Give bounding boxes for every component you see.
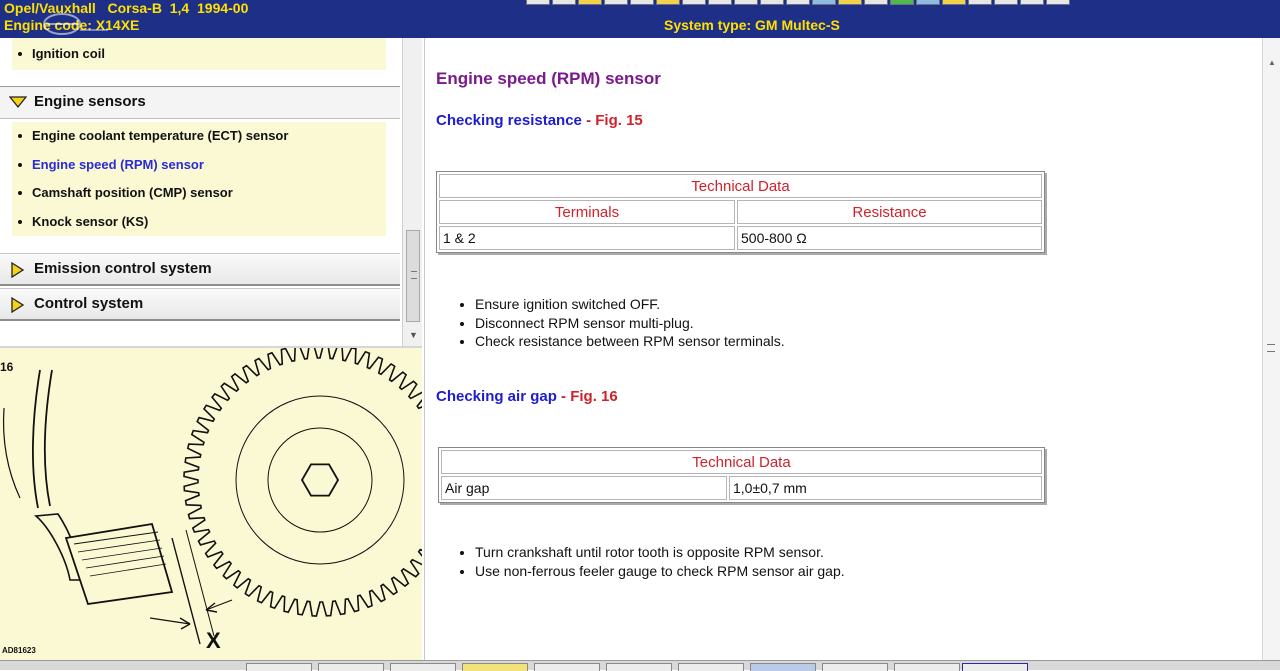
section-label: Control system: [34, 295, 144, 312]
grip-icon: [411, 271, 417, 279]
arrow-down-diamond-icon: [9, 96, 27, 109]
engine-size: 1,4: [169, 0, 190, 16]
logo-watermark-icon: [43, 13, 108, 35]
toolbar-diagram-icon[interactable]: [864, 0, 888, 5]
list-item: Use non-ferrous feeler gauge to check RP…: [475, 562, 845, 581]
section-control-system[interactable]: Control system: [0, 288, 400, 321]
nav-scrollbar-thumb[interactable]: [406, 230, 420, 322]
resistance-steps-list: Ensure ignition switched OFF. Disconnect…: [457, 295, 785, 351]
toolbar-info-icon[interactable]: [812, 0, 836, 5]
nav-item-label: Knock sensor (KS): [32, 214, 149, 229]
model-years: 1994-00: [197, 0, 249, 16]
toolbar-window-icon[interactable]: [994, 0, 1018, 5]
table-title: Technical Data: [441, 450, 1042, 474]
content-pane: Engine speed (RPM) sensor Checking resis…: [424, 38, 1262, 660]
ignition-item-list: Ignition coil: [12, 38, 386, 70]
toolbar-forward-icon[interactable]: [552, 0, 576, 5]
toolbar-star-icon[interactable]: [942, 0, 966, 5]
bullet-icon: [18, 219, 22, 224]
toolbar-print-icon[interactable]: [604, 0, 628, 5]
column-header-resistance: Resistance: [737, 200, 1042, 224]
figure-number: 16: [0, 360, 14, 374]
nav-item-label: Ignition coil: [32, 46, 105, 61]
bottom-toolbar: [0, 660, 1280, 671]
nav-item-rpm-sensor[interactable]: Engine speed (RPM) sensor: [12, 157, 204, 172]
section-emission-control-system[interactable]: Emission control system: [0, 253, 400, 286]
heading-text: Checking air gap: [436, 388, 557, 405]
system-type-value: GM Multec-S: [755, 17, 840, 33]
toolbar-list-icon[interactable]: [708, 0, 732, 5]
system-type-label: System type:: [664, 17, 752, 33]
heading-text: Checking resistance: [436, 112, 582, 129]
list-item: Check resistance between RPM sensor term…: [475, 332, 785, 351]
list-item: Turn crankshaft until rotor tooth is opp…: [475, 543, 845, 562]
page-title: Engine speed (RPM) sensor: [436, 69, 661, 88]
nav-item-label: Engine coolant temperature (ECT) sensor: [32, 128, 289, 143]
toolbar-help-icon[interactable]: [916, 0, 940, 5]
toolbar-note-icon[interactable]: [656, 0, 680, 5]
list-item: Disconnect RPM sensor multi-plug.: [475, 314, 785, 333]
drawing-code: AD81623: [2, 646, 36, 655]
toolbar-bookmark-icon[interactable]: [838, 0, 862, 5]
toolbar-back-icon[interactable]: [526, 0, 550, 5]
nav-item-knock-sensor[interactable]: Knock sensor (KS): [12, 214, 148, 229]
bullet-icon: [18, 190, 22, 195]
navigation-tree: Ignition coil Engine sensors Engine cool…: [0, 38, 402, 346]
table-cell: 1,0±0,7 mm: [729, 476, 1042, 500]
heading-separator: -: [586, 112, 592, 129]
arrow-right-diamond-icon: [11, 262, 25, 278]
heading-separator: -: [561, 388, 567, 405]
fig-link-15[interactable]: Fig. 15: [595, 112, 643, 129]
nav-item-label: Engine speed (RPM) sensor: [32, 157, 204, 172]
air-gap-data-table: Technical Data Air gap 1,0±0,7 mm: [438, 447, 1045, 503]
table-row: Air gap 1,0±0,7 mm: [441, 476, 1042, 500]
table-cell: 1 & 2: [439, 226, 735, 250]
nav-item-ect-sensor[interactable]: Engine coolant temperature (ECT) sensor: [12, 128, 288, 143]
bullet-icon: [18, 51, 22, 56]
title-bar: Opel/Vauxhall Corsa-B 1,4 1994-00 Engine…: [0, 0, 1280, 38]
nav-item-cmp-sensor[interactable]: Camshaft position (CMP) sensor: [12, 185, 233, 200]
section-label: Emission control system: [34, 260, 212, 277]
engine-sensors-item-list: Engine coolant temperature (ECT) sensor …: [12, 122, 386, 236]
section-label: Engine sensors: [34, 93, 146, 110]
toolbar: [526, 0, 1070, 6]
air-gap-steps-list: Turn crankshaft until rotor tooth is opp…: [457, 543, 845, 580]
toolbar-search-icon[interactable]: [734, 0, 758, 5]
toolbar-folder-icon[interactable]: [578, 0, 602, 5]
toolbar-zoom-icon[interactable]: [760, 0, 784, 5]
vehicle-model: Corsa-B: [107, 0, 162, 16]
figure-panel: 16 X AD81623: [0, 346, 422, 660]
nav-item-label: Camshaft position (CMP) sensor: [32, 185, 233, 200]
nav-item-ignition-coil[interactable]: Ignition coil: [12, 46, 105, 61]
toolbar-index-icon[interactable]: [786, 0, 810, 5]
table-title: Technical Data: [439, 174, 1042, 198]
list-item: Ensure ignition switched OFF.: [475, 295, 785, 314]
toolbar-data-icon[interactable]: [890, 0, 914, 5]
bullet-icon: [18, 162, 22, 167]
toolbar-exit-icon[interactable]: [1046, 0, 1070, 5]
crankshaft-sensor-drawing: [2, 348, 422, 645]
table-cell: Air gap: [441, 476, 727, 500]
content-scrollbar[interactable]: ▲: [1262, 38, 1280, 660]
resistance-data-table: Technical Data Terminals Resistance 1 & …: [436, 171, 1045, 253]
table-row: 1 & 2 500-800 Ω: [439, 226, 1042, 250]
section-engine-sensors[interactable]: Engine sensors: [0, 86, 400, 119]
fig-link-16[interactable]: Fig. 16: [570, 388, 618, 405]
grip-icon: [1267, 344, 1275, 352]
toolbar-page-icon[interactable]: [630, 0, 654, 5]
scroll-up-icon[interactable]: ▲: [1268, 58, 1276, 67]
bullet-icon: [18, 133, 22, 138]
system-type-info: System type: GM Multec-S: [664, 17, 840, 33]
toolbar-document-icon[interactable]: [682, 0, 706, 5]
table-cell: 500-800 Ω: [737, 226, 1042, 250]
toolbar-settings-icon[interactable]: [968, 0, 992, 5]
arrow-right-diamond-icon: [11, 297, 25, 313]
heading-checking-air-gap: Checking air gap - Fig. 16: [436, 388, 618, 405]
heading-checking-resistance: Checking resistance - Fig. 15: [436, 112, 643, 129]
nav-scrollbar[interactable]: ▼: [402, 38, 422, 346]
scroll-down-icon[interactable]: ▼: [409, 330, 418, 340]
column-header-terminals: Terminals: [439, 200, 735, 224]
toolbar-grid-icon[interactable]: [1020, 0, 1044, 5]
figure-callout: X: [206, 628, 221, 653]
